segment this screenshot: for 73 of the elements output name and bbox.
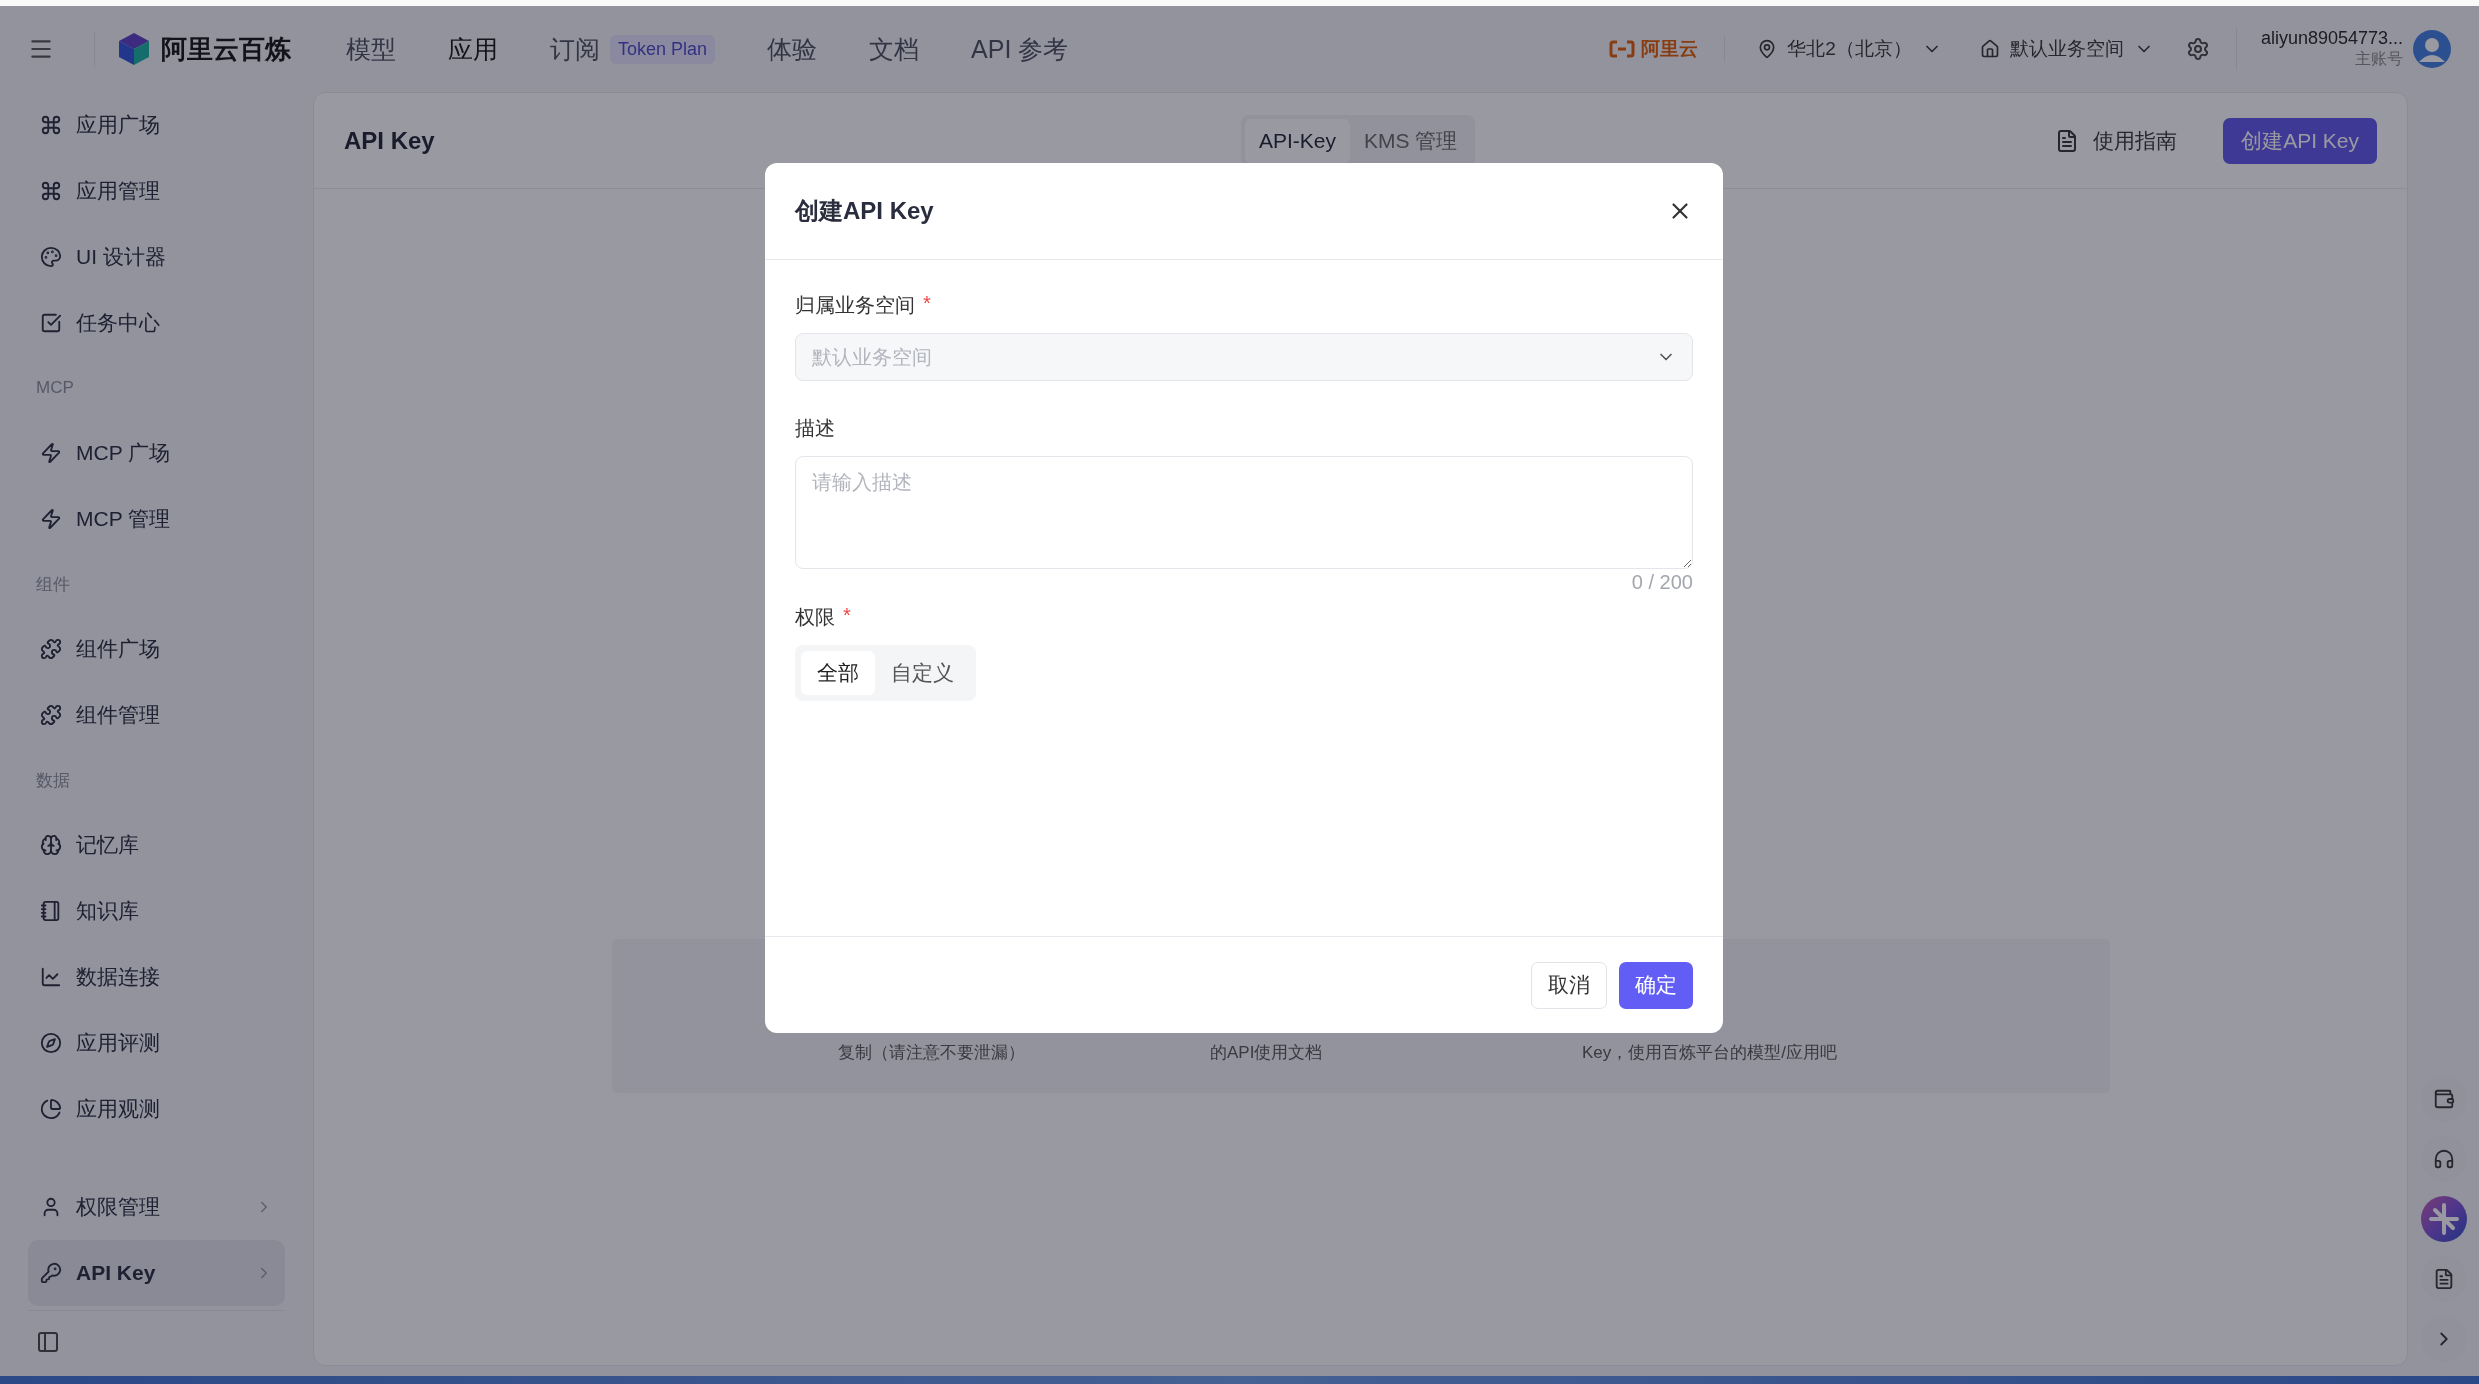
sidebar-section-label: MCP [35, 377, 75, 399]
line-chart-icon [40, 966, 62, 988]
nav-link[interactable]: 应用 [448, 32, 498, 66]
sidebar-item[interactable]: 权限管理 [28, 1174, 285, 1240]
avatar[interactable] [2413, 30, 2451, 68]
field-label: 归属业务空间 [795, 293, 915, 318]
cancel-button[interactable]: 取消 [1531, 961, 1607, 1009]
region-dropdown[interactable]: 华北2（北京） [1751, 35, 1948, 63]
nav-link[interactable]: API 参考 [971, 32, 1069, 66]
collapse-sidebar-icon[interactable] [36, 1329, 60, 1354]
nav-link[interactable]: 文档 [869, 32, 920, 66]
confirm-button[interactable]: 确定 [1619, 961, 1693, 1009]
headset-icon [2432, 1148, 2455, 1170]
brand-name: 阿里云百炼 [161, 32, 291, 66]
sidebar-section-label: 组件 [35, 573, 71, 596]
lightning-icon [40, 508, 62, 530]
sidebar-item[interactable]: 应用评测 [28, 1010, 285, 1076]
sidebar-item[interactable]: 应用观测 [28, 1076, 285, 1142]
lightning-icon [40, 442, 62, 464]
sidebar-item[interactable]: 记忆库 [28, 812, 285, 878]
character-counter: 0 / 200 [1631, 571, 1693, 594]
wallet-icon [2432, 1088, 2455, 1110]
required-mark: * [923, 292, 931, 316]
house-icon [1979, 39, 2000, 59]
nav-link[interactable]: 订阅 Token Plan [550, 32, 716, 66]
sidebar-item[interactable]: 应用广场 [28, 92, 285, 158]
compass-icon [40, 1032, 62, 1054]
sidebar-item[interactable]: 组件管理 [28, 682, 285, 748]
brain-icon [40, 834, 62, 856]
notebook-icon [40, 900, 62, 922]
required-mark: * [843, 604, 851, 628]
sidebar-item[interactable]: 知识库 [28, 878, 285, 944]
sidebar-item[interactable]: 组件广场 [28, 616, 285, 682]
sidebar-item[interactable]: MCP 管理 [28, 486, 285, 552]
tab[interactable]: API-Key [1245, 118, 1351, 163]
sidebar-item[interactable]: 应用管理 [28, 158, 285, 224]
plan-badge: Token Plan [610, 34, 716, 64]
workspace-dropdown[interactable]: 默认业务空间 [1973, 35, 2160, 63]
pie-chart-icon [40, 1098, 62, 1120]
sidebar-section-label: 数据 [35, 769, 71, 792]
account-role: 主账号 [2355, 49, 2403, 69]
field-label: 描述 [795, 416, 835, 441]
sidebar-item[interactable]: UI 设计器 [28, 224, 285, 290]
field-label: 权限 [795, 605, 835, 630]
step-description: 的API使用文档 [1210, 1042, 1324, 1064]
permission-option[interactable]: 全部 [801, 651, 875, 695]
sidebar-item[interactable]: 数据连接 [28, 944, 285, 1010]
permission-option[interactable]: 自定义 [875, 651, 970, 695]
guide-button[interactable]: 使用指南 [2049, 125, 2184, 156]
step-description: Key，使用百炼平台的模型/应用吧 [1582, 1042, 1839, 1064]
description-field[interactable]: 请输入描述 [795, 456, 1693, 569]
dialog-title: 创建API Key [795, 196, 934, 226]
step-description: 复制（请注意不要泄漏） [838, 1042, 1026, 1064]
palette-icon [40, 246, 62, 268]
grid-icon [40, 114, 62, 136]
settings-icon[interactable] [2185, 37, 2210, 61]
tab[interactable]: KMS 管理 [1350, 118, 1472, 163]
logo-icon [117, 32, 151, 66]
puzzle-icon [40, 704, 62, 726]
page-title: API Key [344, 126, 435, 155]
nav-link[interactable]: 模型 [346, 32, 396, 66]
sidebar-item[interactable]: API Key [28, 1240, 285, 1306]
key-icon [40, 1262, 62, 1284]
puzzle-icon [40, 638, 62, 660]
sidebar-item[interactable]: 任务中心 [28, 290, 285, 356]
account-name: aliyun89054773... [2260, 28, 2403, 49]
sidebar-item[interactable]: MCP 广场 [28, 420, 285, 486]
cloud-logo-icon [1609, 40, 1636, 58]
nav-link[interactable]: 体验 [767, 32, 818, 66]
create-api-key-button[interactable]: 创建API Key [2223, 117, 2377, 164]
grid-icon [40, 180, 62, 202]
assistant-icon[interactable] [2420, 1196, 2467, 1242]
checkbox-icon [40, 312, 62, 334]
